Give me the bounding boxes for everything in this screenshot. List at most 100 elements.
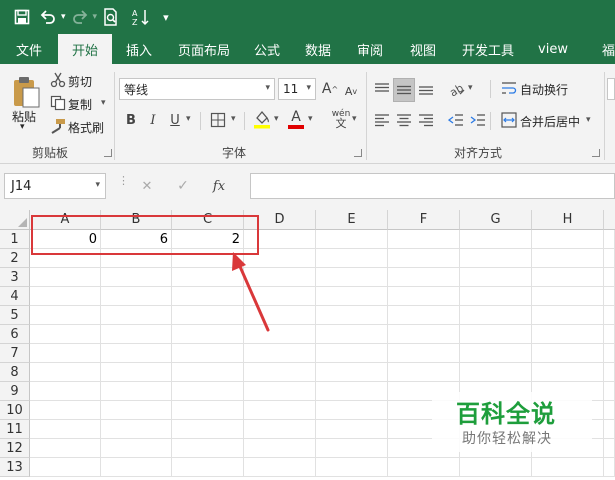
italic-button[interactable]: I [144, 110, 162, 130]
cell-a13[interactable] [30, 458, 101, 477]
cell-h2[interactable] [532, 249, 604, 268]
alignment-launcher-icon[interactable] [592, 149, 600, 157]
font-launcher-icon[interactable] [354, 149, 362, 157]
cell-b7[interactable] [101, 344, 172, 363]
undo-dropdown-icon[interactable]: ▾ [61, 12, 66, 22]
cell-i10[interactable] [604, 401, 615, 420]
orientation-icon[interactable]: ab [446, 78, 468, 100]
cell-a10[interactable] [30, 401, 101, 420]
tab-view-en[interactable]: view [526, 34, 580, 64]
cell-e12[interactable] [316, 439, 388, 458]
tab-page-layout[interactable]: 页面布局 [166, 34, 242, 64]
cell-d7[interactable] [244, 344, 316, 363]
cell-h8[interactable] [532, 363, 604, 382]
cell-b5[interactable] [101, 306, 172, 325]
cell-h13[interactable] [532, 458, 604, 477]
cell-d4[interactable] [244, 287, 316, 306]
cell-c9[interactable] [172, 382, 244, 401]
row-header-4[interactable]: 4 [0, 287, 30, 306]
cell-g4[interactable] [460, 287, 532, 306]
border-dropdown-icon[interactable]: ▾ [231, 114, 236, 124]
cell-b12[interactable] [101, 439, 172, 458]
cell-a5[interactable] [30, 306, 101, 325]
cell-e1[interactable] [316, 230, 388, 249]
increase-indent-icon[interactable] [468, 110, 488, 130]
cell-i2[interactable] [604, 249, 615, 268]
cell-f7[interactable] [388, 344, 460, 363]
row-header-12[interactable]: 12 [0, 439, 30, 458]
tab-view[interactable]: 视图 [396, 34, 450, 64]
cell-a8[interactable] [30, 363, 101, 382]
cell-f8[interactable] [388, 363, 460, 382]
row-header-7[interactable]: 7 [0, 344, 30, 363]
tab-data[interactable]: 数据 [292, 34, 344, 64]
orientation-dropdown-icon[interactable]: ▾ [468, 83, 473, 93]
cell-c3[interactable] [172, 268, 244, 287]
cut-button[interactable]: 剪切 [68, 73, 92, 90]
align-right-icon[interactable] [416, 110, 436, 130]
cell-b4[interactable] [101, 287, 172, 306]
cell-i7[interactable] [604, 344, 615, 363]
column-header-partial[interactable] [604, 210, 615, 230]
cell-d10[interactable] [244, 401, 316, 420]
row-header-2[interactable]: 2 [0, 249, 30, 268]
row-header-6[interactable]: 6 [0, 325, 30, 344]
row-header-3[interactable]: 3 [0, 268, 30, 287]
font-size-combo[interactable]: 11 ▾ [278, 78, 316, 100]
cell-d5[interactable] [244, 306, 316, 325]
row-header-11[interactable]: 11 [0, 420, 30, 439]
format-painter-button[interactable]: 格式刷 [68, 119, 104, 136]
cell-f4[interactable] [388, 287, 460, 306]
fill-color-icon[interactable] [252, 108, 272, 130]
font-color-dropdown-icon[interactable]: ▾ [308, 114, 313, 124]
font-color-icon[interactable]: A [286, 108, 306, 130]
align-top-icon[interactable] [372, 78, 392, 100]
cell-a12[interactable] [30, 439, 101, 458]
phonetic-guide-icon[interactable]: wén 文 [330, 108, 352, 130]
align-left-icon[interactable] [372, 110, 392, 130]
column-header-e[interactable]: E [316, 210, 388, 230]
row-header-5[interactable]: 5 [0, 306, 30, 325]
clipboard-launcher-icon[interactable] [104, 149, 112, 157]
number-format-partial[interactable] [607, 78, 615, 100]
cell-b11[interactable] [101, 420, 172, 439]
cell-e3[interactable] [316, 268, 388, 287]
cell-c11[interactable] [172, 420, 244, 439]
scissors-icon[interactable] [50, 72, 66, 88]
cell-g2[interactable] [460, 249, 532, 268]
column-header-g[interactable]: G [460, 210, 532, 230]
cell-d12[interactable] [244, 439, 316, 458]
cell-i12[interactable] [604, 439, 615, 458]
redo-dropdown-icon[interactable]: ▾ [93, 12, 98, 22]
cell-h1[interactable] [532, 230, 604, 249]
cell-e5[interactable] [316, 306, 388, 325]
name-box[interactable]: J14 ▾ [4, 173, 106, 199]
cell-e6[interactable] [316, 325, 388, 344]
cell-f3[interactable] [388, 268, 460, 287]
bold-button[interactable]: B [122, 110, 140, 130]
cell-g8[interactable] [460, 363, 532, 382]
cell-e2[interactable] [316, 249, 388, 268]
wrap-text-icon[interactable] [500, 79, 518, 97]
phonetic-dropdown-icon[interactable]: ▾ [352, 114, 357, 124]
cell-h5[interactable] [532, 306, 604, 325]
cell-b13[interactable] [101, 458, 172, 477]
tab-review[interactable]: 审阅 [344, 34, 396, 64]
enter-icon[interactable]: ✓ [174, 178, 192, 194]
cell-b9[interactable] [101, 382, 172, 401]
cell-d13[interactable] [244, 458, 316, 477]
cell-c10[interactable] [172, 401, 244, 420]
cell-c13[interactable] [172, 458, 244, 477]
column-header-h[interactable]: H [532, 210, 604, 230]
paste-icon[interactable] [10, 74, 42, 110]
cell-i1[interactable] [604, 230, 615, 249]
cell-g7[interactable] [460, 344, 532, 363]
format-painter-icon[interactable] [50, 118, 66, 134]
cell-a9[interactable] [30, 382, 101, 401]
cell-f6[interactable] [388, 325, 460, 344]
cell-i4[interactable] [604, 287, 615, 306]
cell-h3[interactable] [532, 268, 604, 287]
font-name-combo[interactable]: 等线 ▾ [119, 78, 275, 100]
shrink-font-icon[interactable]: Av [342, 80, 360, 102]
merge-center-icon[interactable] [500, 111, 518, 129]
